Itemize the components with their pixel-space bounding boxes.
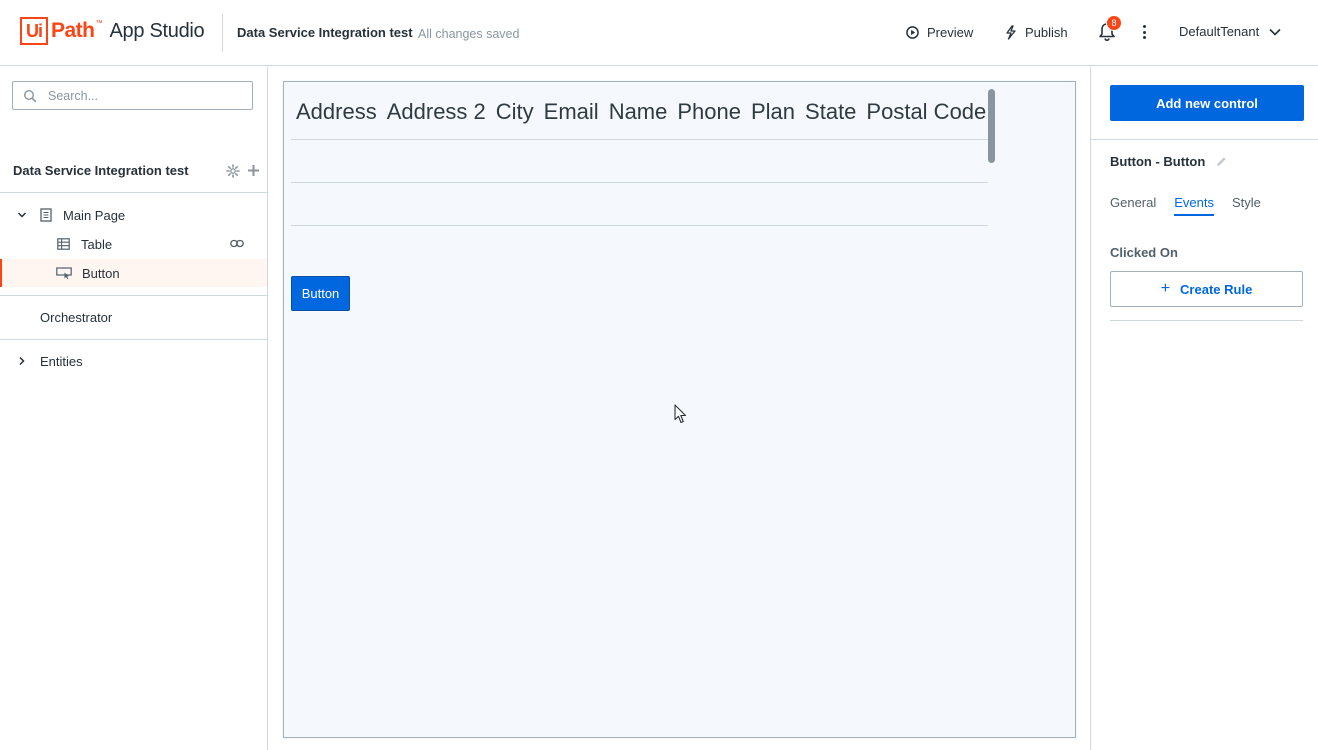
table-header-cell[interactable]: Email	[544, 99, 599, 125]
search-input[interactable]	[48, 88, 228, 103]
section-divider	[0, 295, 267, 296]
tree-item-main-page[interactable]: Main Page	[0, 201, 267, 229]
table-header-cell[interactable]: State	[805, 99, 856, 125]
header-divider	[222, 14, 223, 52]
canvas-area: Address Address 2 City Email Name Phone …	[268, 67, 1090, 750]
tab-general[interactable]: General	[1110, 195, 1156, 216]
play-circle-icon	[906, 25, 919, 39]
publish-label: Publish	[1025, 24, 1068, 40]
tenant-name: DefaultTenant	[1179, 24, 1260, 39]
chevron-right-icon[interactable]	[17, 356, 27, 366]
plus-icon[interactable]	[247, 164, 260, 177]
more-options-icon[interactable]	[1140, 23, 1148, 41]
chevron-down-icon[interactable]	[17, 210, 27, 220]
table-scrollbar[interactable]	[988, 89, 995, 163]
notification-badge: 8	[1106, 15, 1122, 31]
left-panel: Data Service Integration test Main Page …	[0, 67, 268, 750]
tab-style[interactable]: Style	[1232, 195, 1261, 216]
app-name: App Studio	[109, 19, 205, 42]
tree-item-label: Button	[82, 265, 120, 281]
table-header-cell[interactable]: Address 2	[387, 99, 486, 125]
table-header-cell[interactable]: Address	[296, 99, 377, 125]
preview-label: Preview	[927, 24, 974, 40]
save-status: All changes saved	[418, 27, 520, 41]
tree-item-label: Entities	[40, 353, 83, 369]
table-header-cell[interactable]: Plan	[751, 99, 795, 125]
create-rule-label: Create Rule	[1180, 281, 1253, 297]
preview-button[interactable]: Preview	[906, 22, 973, 42]
button-control-icon	[56, 267, 72, 279]
search-icon	[23, 89, 37, 102]
logo-ui-mark: Ui	[20, 17, 48, 45]
properties-tabs: General Events Style	[1110, 195, 1279, 216]
create-rule-button[interactable]: + Create Rule	[1110, 271, 1303, 307]
pencil-icon[interactable]	[1216, 156, 1227, 167]
plus-icon: +	[1160, 280, 1171, 297]
tree-item-label: Table	[81, 236, 113, 252]
table-header-cell[interactable]: Phone	[677, 99, 741, 125]
page-icon	[40, 208, 52, 222]
uipath-logo[interactable]: Ui Path ™ App Studio	[20, 16, 205, 46]
table-header-row[interactable]: Address Address 2 City Email Name Phone …	[296, 99, 996, 125]
app-header: Ui Path ™ App Studio Data Service Integr…	[0, 0, 1318, 66]
publish-button[interactable]: Publish	[1004, 22, 1068, 42]
project-row[interactable]: Data Service Integration test	[0, 155, 267, 193]
tree-item-label: Orchestrator	[40, 309, 113, 325]
search-box[interactable]	[12, 81, 253, 110]
table-header-cell[interactable]: Name	[609, 99, 668, 125]
table-header-cell[interactable]: City	[496, 99, 534, 125]
publish-icon	[1006, 24, 1016, 40]
tree-item-entities[interactable]: Entities	[0, 347, 267, 375]
tree-item-table[interactable]: Table	[0, 230, 267, 258]
table-icon	[57, 238, 70, 250]
mouse-cursor-icon	[674, 404, 687, 424]
add-new-control-button[interactable]: Add new control	[1110, 85, 1304, 121]
project-title: Data Service Integration test	[237, 25, 413, 40]
project-name: Data Service Integration test	[13, 163, 189, 178]
tenant-selector[interactable]: DefaultTenant	[1179, 24, 1281, 39]
event-label: Clicked On	[1110, 245, 1178, 260]
panel-divider	[1091, 139, 1318, 140]
table-row-divider	[291, 182, 988, 183]
logo-trademark: ™	[95, 20, 103, 27]
table-row-divider	[291, 139, 988, 140]
panel-divider	[1110, 320, 1303, 321]
link-icon[interactable]	[230, 239, 244, 248]
tree-item-button[interactable]: Button	[0, 259, 267, 287]
tree-item-orchestrator[interactable]: Orchestrator	[0, 303, 267, 331]
tab-events[interactable]: Events	[1174, 195, 1214, 216]
control-name: Button - Button	[1110, 154, 1227, 169]
gear-icon[interactable]	[226, 164, 240, 178]
section-divider	[0, 339, 267, 340]
canvas-button-control[interactable]: Button	[291, 276, 350, 311]
logo-path-text: Path	[51, 19, 95, 42]
control-name-label: Button - Button	[1110, 154, 1206, 169]
tree-item-label: Main Page	[63, 207, 126, 223]
table-header-cell[interactable]: Postal Code	[866, 99, 986, 125]
table-row-divider	[291, 225, 988, 226]
properties-panel: Add new control Button - Button General …	[1090, 67, 1318, 750]
chevron-down-icon	[1269, 28, 1281, 36]
